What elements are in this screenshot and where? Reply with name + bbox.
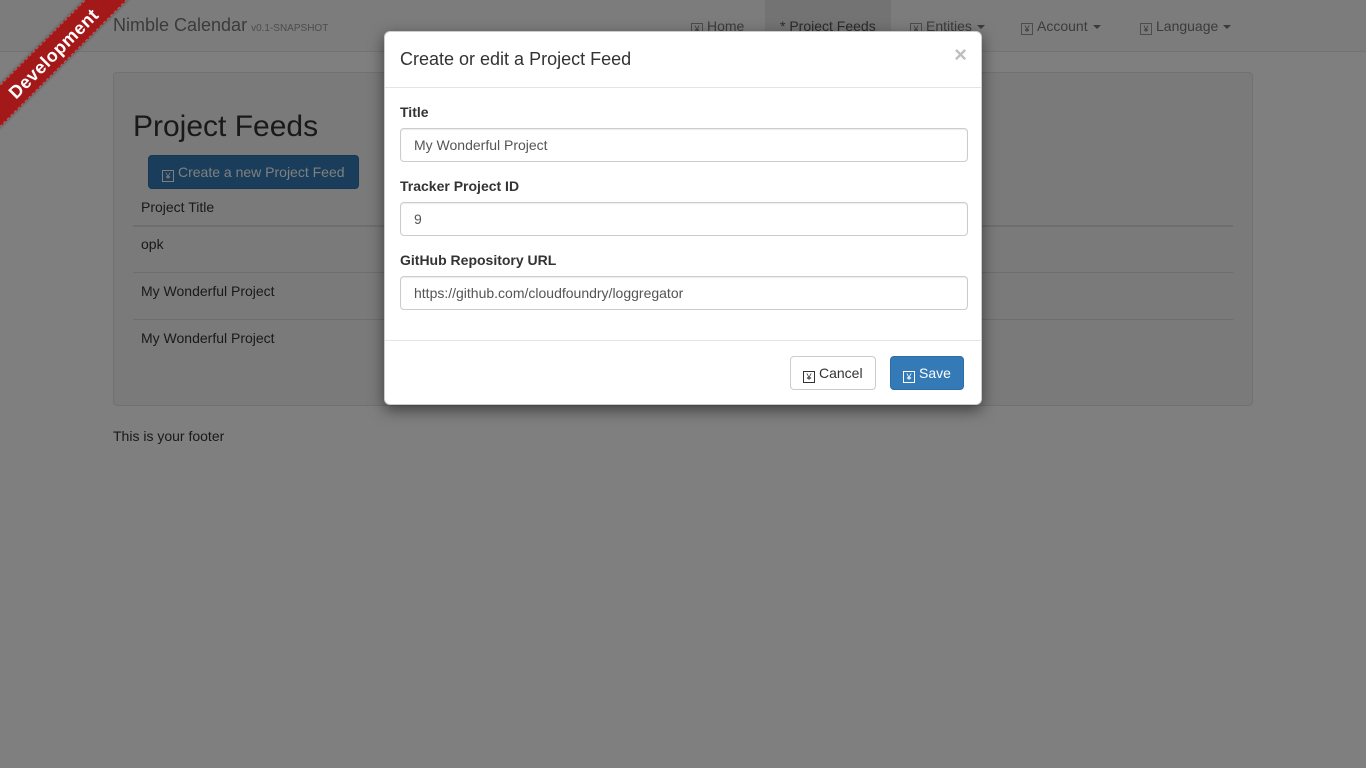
modal-header: Create or edit a Project Feed × (385, 32, 981, 88)
title-input[interactable] (400, 128, 968, 162)
tracker-project-id-label: Tracker Project ID (400, 178, 520, 194)
save-icon: ¥ (903, 371, 915, 383)
tracker-project-id-input[interactable] (400, 202, 968, 236)
close-icon[interactable]: × (954, 44, 967, 66)
github-url-label: GitHub Repository URL (400, 252, 557, 268)
modal-footer-divider (385, 340, 981, 341)
project-feed-modal: Create or edit a Project Feed × Title Tr… (384, 31, 982, 405)
development-ribbon: Development (0, 0, 138, 138)
modal-title: Create or edit a Project Feed (400, 49, 632, 69)
ban-icon: ¥ (803, 371, 815, 383)
ribbon-container: Development (0, 0, 140, 140)
title-label: Title (400, 104, 429, 120)
cancel-button-label: Cancel (819, 365, 863, 381)
save-button[interactable]: ¥ Save (890, 356, 964, 390)
cancel-button[interactable]: ¥ Cancel (790, 356, 876, 390)
save-button-label: Save (919, 365, 951, 381)
github-url-input[interactable] (400, 276, 968, 310)
